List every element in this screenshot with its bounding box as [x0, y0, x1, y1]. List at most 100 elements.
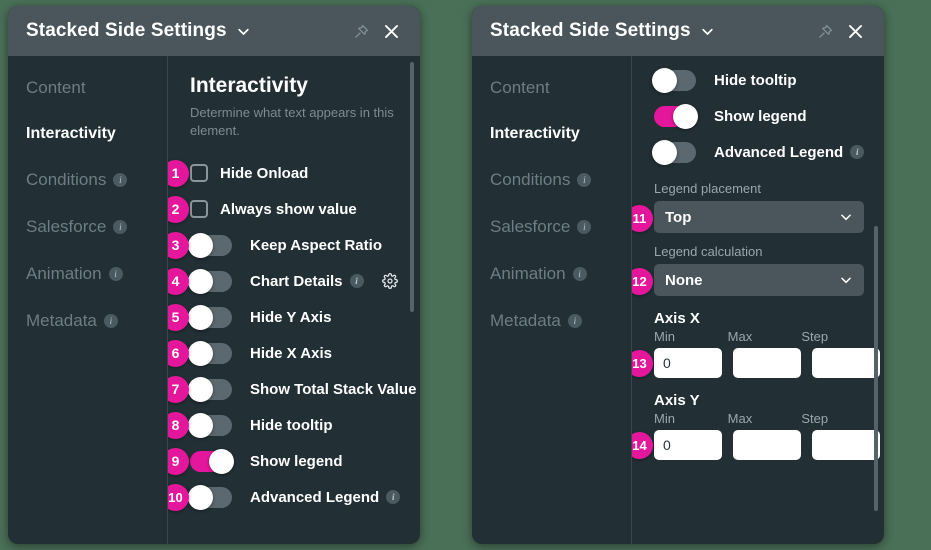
- toggle-advanced-legend[interactable]: [652, 139, 696, 165]
- control-row: 6 Hide X Axis: [168, 335, 400, 371]
- axis_x-input-step[interactable]: [812, 348, 880, 378]
- control-row: Show legend: [654, 98, 864, 134]
- axis_y-input-min[interactable]: [654, 430, 722, 460]
- gear-icon[interactable]: [382, 273, 398, 289]
- step-badge-10: 10: [168, 483, 189, 511]
- info-icon[interactable]: i: [567, 314, 582, 328]
- step-badge-2: 2: [168, 195, 189, 223]
- axis_x-head-max: Max: [727, 329, 753, 344]
- step-badge-7: 7: [168, 375, 189, 403]
- legend-placement-select[interactable]: Top: [654, 201, 864, 233]
- info-icon[interactable]: i: [103, 314, 118, 328]
- toggle-knob: [188, 340, 213, 366]
- axis_y-head-max: Max: [727, 411, 753, 426]
- nav-item-interactivity[interactable]: Interactivity: [26, 125, 167, 143]
- nav-item-label: Metadata: [490, 311, 561, 330]
- axis_x-head-min: Min: [654, 329, 675, 344]
- control-label-text: Advanced Legend: [250, 488, 380, 506]
- interactivity-content-scrolled: Hide tooltip Show legend Advanced Legend i …: [632, 56, 884, 544]
- control-label: Hide Onload: [220, 165, 308, 182]
- nav-item-label: Interactivity: [26, 125, 116, 142]
- checkbox-hide-onload[interactable]: [190, 164, 208, 183]
- toggle-hide-tooltip[interactable]: [652, 67, 696, 93]
- step-badge-9: 9: [168, 447, 189, 475]
- scrollbar-left[interactable]: [410, 62, 414, 312]
- control-label-text: Chart Details: [250, 272, 343, 290]
- close-icon[interactable]: [840, 16, 870, 46]
- close-icon[interactable]: [376, 16, 406, 46]
- control-label-text: Hide Onload: [220, 164, 309, 182]
- toggle-hide-tooltip[interactable]: [188, 412, 232, 438]
- chevron-down-icon: [839, 210, 853, 224]
- info-icon[interactable]: i: [850, 145, 865, 159]
- step-badge-12: 12: [632, 268, 653, 295]
- info-icon[interactable]: i: [577, 173, 592, 187]
- control-row: 1 Hide Onload: [168, 155, 400, 191]
- toggle-hide-y-axis[interactable]: [188, 304, 232, 330]
- chevron-down-icon: [839, 273, 853, 287]
- nav-item-label: Conditions: [26, 170, 107, 189]
- control-label: Hide tooltip: [714, 72, 797, 89]
- info-icon[interactable]: i: [113, 173, 128, 187]
- panel-body-right: Content Interactivity Conditions i Salesforc…: [472, 56, 884, 544]
- scrollbar-right[interactable]: [874, 226, 878, 511]
- toggle-knob: [188, 232, 213, 258]
- nav-item-salesforce[interactable]: Salesforce i: [26, 217, 167, 237]
- control-label: Always show value: [220, 201, 357, 218]
- toggle-knob: [673, 103, 698, 129]
- toggle-show-legend[interactable]: [654, 103, 698, 129]
- legend-calculation-select[interactable]: None: [654, 264, 864, 296]
- nav-item-conditions[interactable]: Conditions i: [490, 170, 631, 190]
- section-title: Interactivity: [190, 74, 308, 97]
- nav-item-metadata[interactable]: Metadata i: [490, 311, 631, 331]
- toggle-show-legend[interactable]: [190, 448, 234, 474]
- info-icon[interactable]: i: [572, 267, 587, 281]
- control-row: 10 Advanced Legend i: [168, 479, 401, 515]
- info-icon[interactable]: i: [577, 220, 592, 234]
- pin-icon[interactable]: [346, 16, 376, 46]
- axis_y-head-step: Step: [801, 411, 829, 426]
- nav-item-content[interactable]: Content: [26, 78, 167, 98]
- control-label-text: Hide Y Axis: [250, 308, 332, 326]
- settings-panel-right: Stacked Side Settings Content Interactivi…: [472, 6, 884, 544]
- control-label: Hide Y Axis: [250, 309, 331, 326]
- control-list-left: 1 Hide Onload 2 Always show value 3 Keep Aspe…: [168, 155, 416, 515]
- info-icon[interactable]: i: [349, 274, 364, 289]
- axis-x-heads: Min Max Step: [654, 329, 864, 348]
- legend-calculation-value: None: [665, 271, 703, 289]
- chevron-down-icon[interactable]: [236, 24, 251, 39]
- toggle-knob: [188, 376, 213, 402]
- nav-item-conditions[interactable]: Conditions i: [26, 170, 167, 190]
- toggle-advanced-legend[interactable]: [188, 484, 232, 510]
- axis_y-input-step[interactable]: [812, 430, 880, 460]
- axis_x-input-max[interactable]: [733, 348, 801, 378]
- nav-item-label: Content: [490, 78, 550, 97]
- control-label: Chart Details i: [250, 273, 364, 290]
- step-badge-14: 14: [632, 432, 653, 459]
- chevron-down-icon[interactable]: [700, 24, 715, 39]
- toggle-chart-details[interactable]: [188, 268, 232, 294]
- toggle-knob: [188, 304, 213, 330]
- info-icon[interactable]: i: [108, 267, 123, 281]
- checkbox-always-show-value[interactable]: [190, 200, 208, 219]
- toggle-keep-aspect-ratio[interactable]: [188, 232, 232, 258]
- nav-item-animation[interactable]: Animation i: [26, 264, 167, 284]
- info-icon[interactable]: i: [113, 220, 128, 234]
- panel-body-left: Content Interactivity Conditions i Salesforc…: [8, 56, 420, 544]
- nav-item-interactivity[interactable]: Interactivity: [490, 125, 631, 143]
- pin-icon[interactable]: [810, 16, 840, 46]
- step-badge-4: 4: [168, 267, 189, 295]
- toggle-hide-x-axis[interactable]: [188, 340, 232, 366]
- axis_x-input-min[interactable]: [654, 348, 722, 378]
- legend-placement-value: Top: [665, 208, 692, 226]
- control-label: Show legend: [714, 108, 807, 125]
- axis_y-input-max[interactable]: [733, 430, 801, 460]
- nav-item-content[interactable]: Content: [490, 78, 631, 98]
- info-icon[interactable]: i: [386, 490, 401, 505]
- nav-item-salesforce[interactable]: Salesforce i: [490, 217, 631, 237]
- nav-item-animation[interactable]: Animation i: [490, 264, 631, 284]
- nav-item-metadata[interactable]: Metadata i: [26, 311, 167, 331]
- axis-y-title: Axis Y: [654, 392, 700, 409]
- toggle-show-total-stack-value[interactable]: [188, 376, 232, 402]
- control-label: Hide tooltip: [250, 417, 333, 434]
